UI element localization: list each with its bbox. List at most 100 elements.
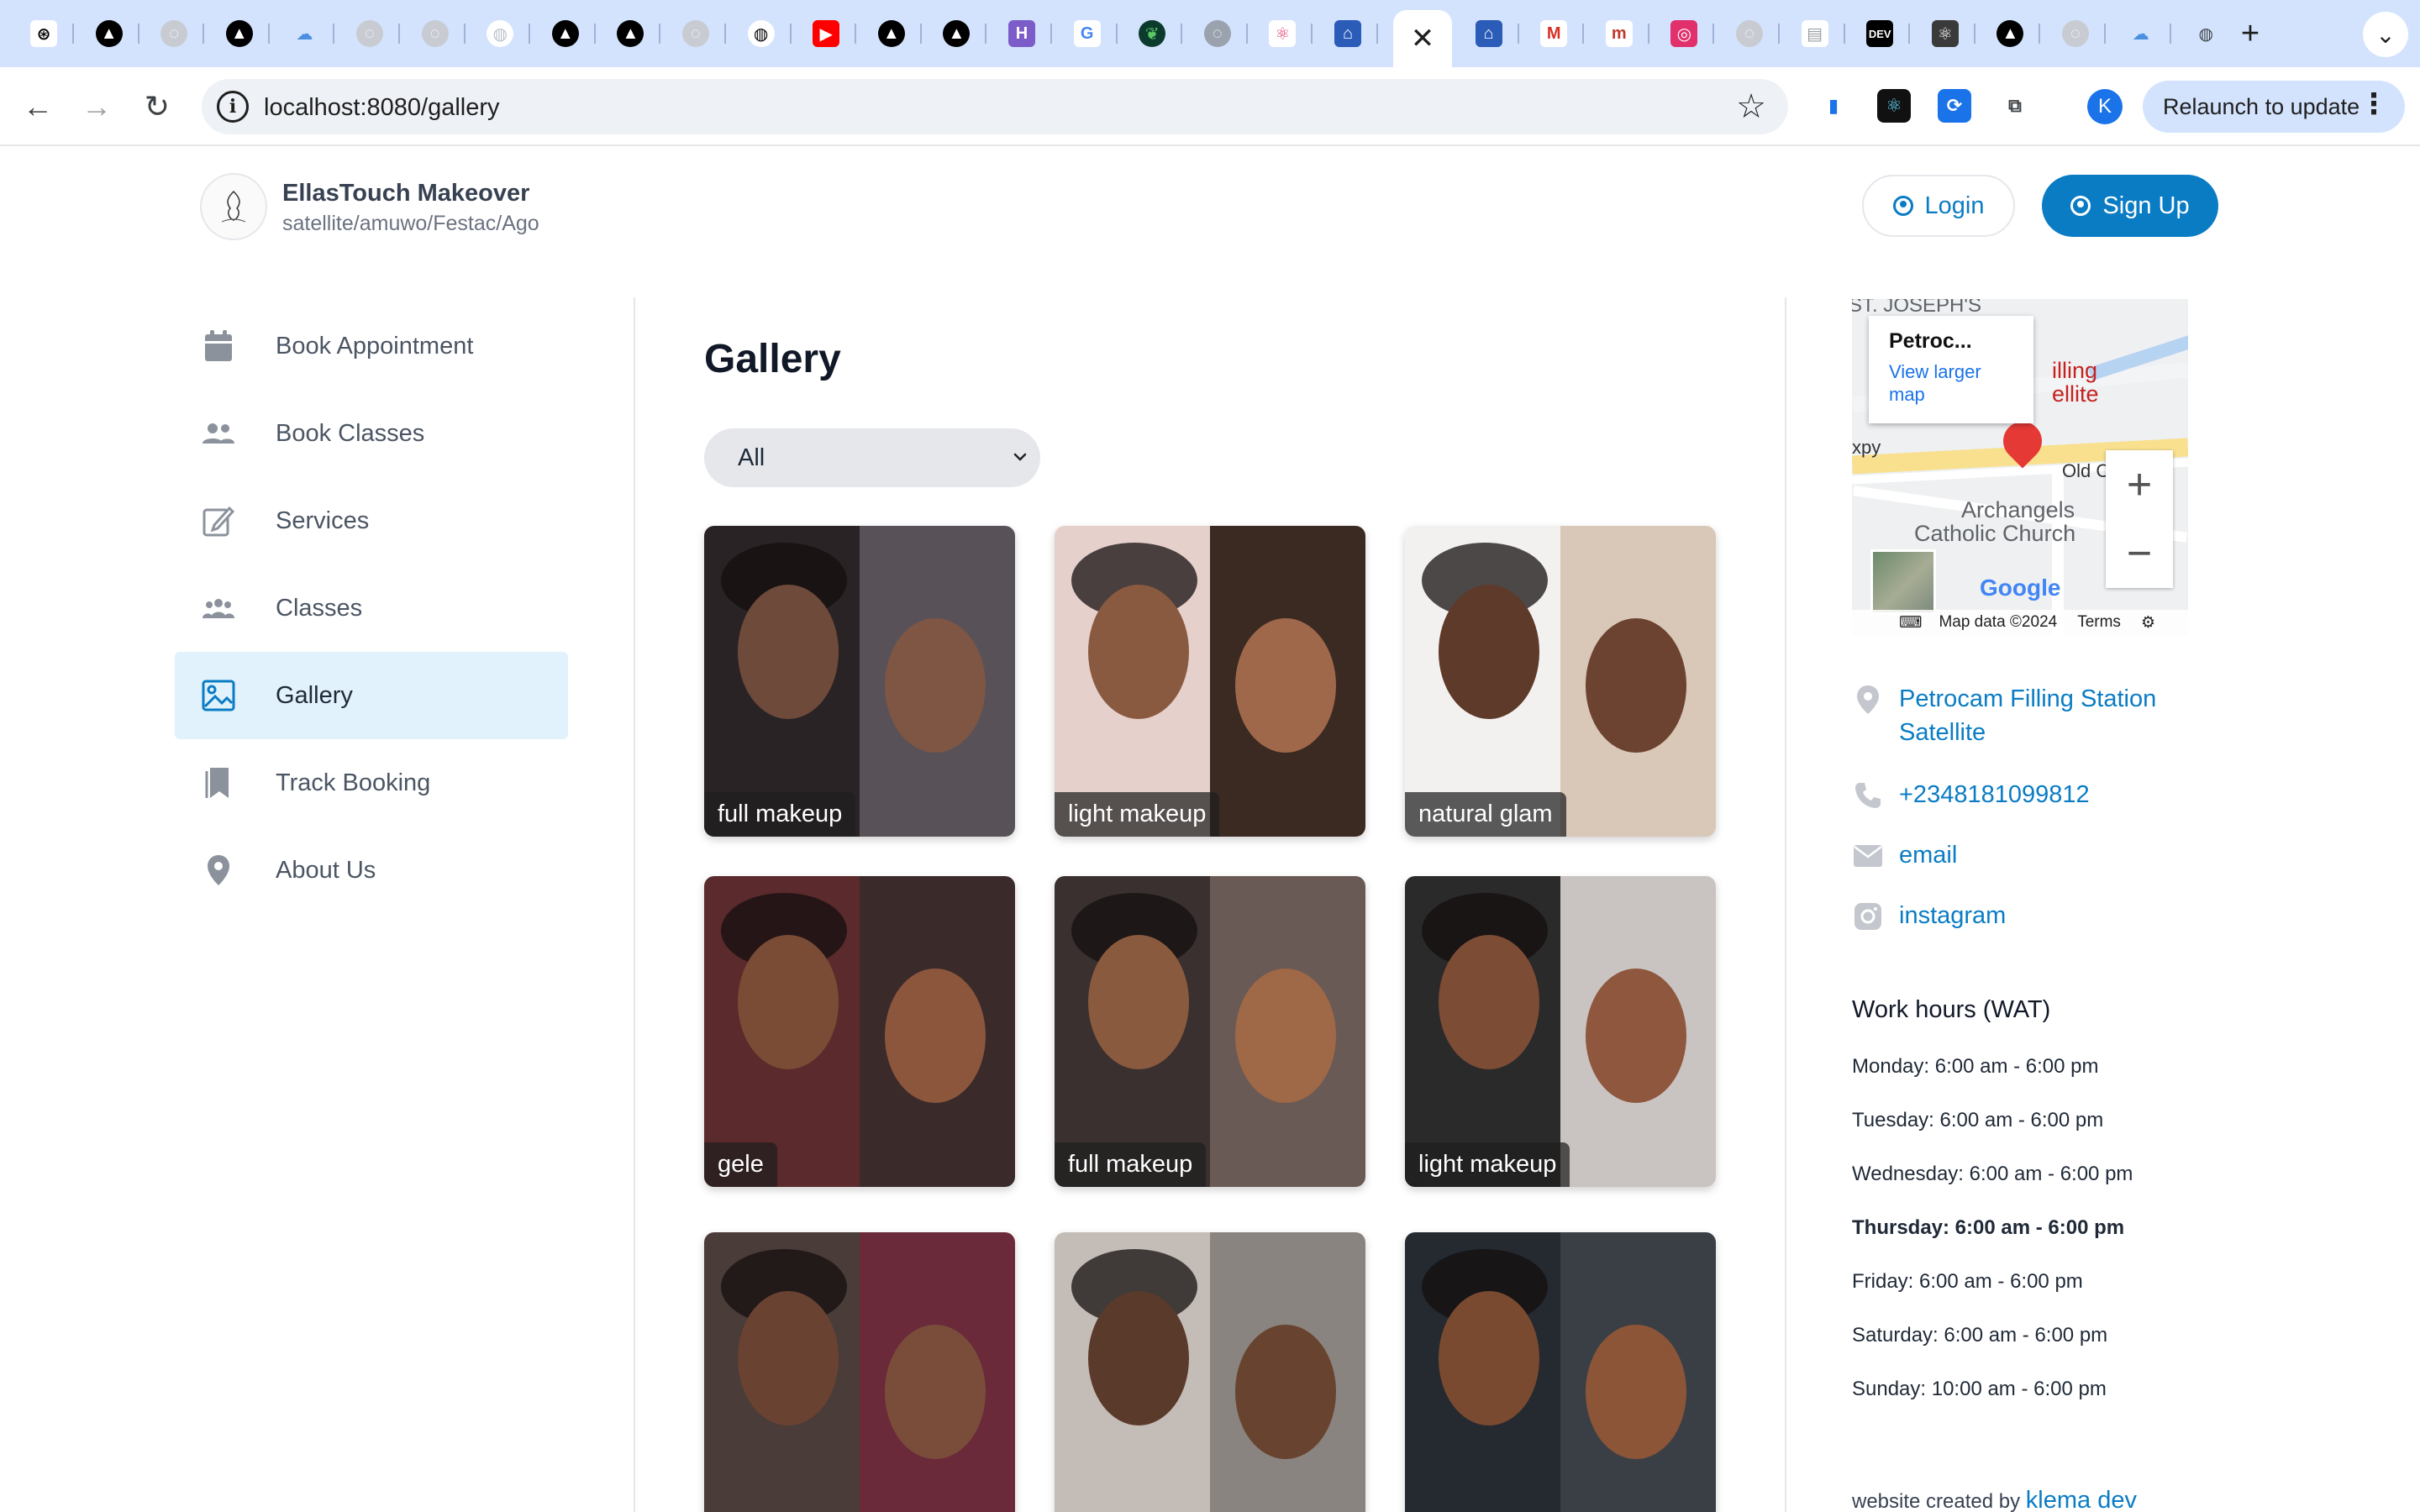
extensions-puzzle-icon[interactable]: ⧉ xyxy=(1998,89,2032,123)
gallery-card[interactable]: full makeup xyxy=(704,526,1015,837)
browser-tab[interactable]: ◌ xyxy=(1733,17,1766,50)
profile-avatar[interactable]: K xyxy=(2087,89,2123,124)
browser-menu-icon[interactable]: ⋮ xyxy=(2360,87,2388,121)
url-text[interactable]: localhost:8080/gallery xyxy=(264,94,500,122)
login-button[interactable]: Login xyxy=(1862,175,2015,237)
sidebar-item-classes[interactable]: Classes xyxy=(175,564,568,652)
browser-tab[interactable]: G xyxy=(1071,17,1104,50)
browser-tab[interactable]: ◍ xyxy=(744,17,778,50)
credit-link[interactable]: klema dev xyxy=(2026,1487,2137,1512)
browser-tab[interactable]: ◍ xyxy=(483,17,517,50)
instagram-link[interactable]: instagram xyxy=(1899,899,2006,932)
browser-tab[interactable]: ▲ xyxy=(875,17,908,50)
browser-tab[interactable]: ◌ xyxy=(2059,17,2092,50)
browser-tab[interactable]: ❦ xyxy=(1135,17,1169,50)
tab-separator xyxy=(463,24,466,44)
keyboard-icon[interactable]: ⌨ xyxy=(1899,613,1922,633)
browser-tab[interactable]: ☁ xyxy=(2124,17,2158,50)
browser-tab[interactable]: m xyxy=(1602,17,1636,50)
forward-button[interactable]: → xyxy=(76,86,118,128)
browser-tab[interactable]: ▲ xyxy=(92,17,126,50)
browser-tab[interactable]: ▲ xyxy=(223,17,256,50)
gallery-card[interactable]: gele xyxy=(704,876,1015,1187)
browser-tab[interactable]: ◌ xyxy=(353,17,387,50)
browser-tab[interactable]: ▲ xyxy=(549,17,582,50)
gallery-card[interactable] xyxy=(1405,1232,1716,1512)
gallery-card[interactable] xyxy=(1055,1232,1365,1512)
map-settings-icon[interactable]: ⚙ xyxy=(2141,613,2155,633)
address-bar[interactable]: i localhost:8080/gallery ☆ xyxy=(202,79,1788,134)
browser-tab[interactable]: ◌ xyxy=(1201,17,1234,50)
gmail-icon: M xyxy=(1540,20,1568,47)
browser-tab[interactable]: ◌ xyxy=(679,17,713,50)
tab-search-button[interactable]: ⌄ xyxy=(2363,12,2408,57)
browser-tab[interactable]: ◌ xyxy=(418,17,452,50)
browser-tab[interactable]: ⊛ xyxy=(27,17,60,50)
email-link[interactable]: email xyxy=(1899,838,1957,872)
browser-tab[interactable]: ⌂ xyxy=(1472,17,1506,50)
browser-tab[interactable]: ▲ xyxy=(613,17,647,50)
brand-logo[interactable] xyxy=(200,173,267,240)
phone-link[interactable]: +2348181099812 xyxy=(1899,778,2090,811)
browser-tab[interactable]: M xyxy=(1537,17,1570,50)
site-info-icon[interactable]: i xyxy=(217,91,249,123)
reload-button[interactable]: ↻ xyxy=(136,86,178,128)
new-tab-button[interactable]: + xyxy=(2232,15,2269,52)
browser-tab[interactable]: ▲ xyxy=(939,17,973,50)
contact-address[interactable]: Petrocam Filling Station Satellite xyxy=(1852,682,2168,749)
zoom-out-button[interactable]: − xyxy=(2106,519,2173,588)
gallery-card[interactable]: natural glam xyxy=(1405,526,1716,837)
gallery-card[interactable]: light makeup xyxy=(1055,526,1365,837)
gallery-card[interactable] xyxy=(704,1232,1015,1512)
extension-doc-icon[interactable]: ▮ xyxy=(1817,89,1850,123)
address-link[interactable]: Petrocam Filling Station Satellite xyxy=(1899,682,2168,749)
sidebar-item-book-appointment[interactable]: Book Appointment xyxy=(175,302,568,390)
category-filter-select[interactable]: All xyxy=(704,428,1040,487)
bookmark-star-icon[interactable]: ☆ xyxy=(1736,87,1766,126)
browser-tab[interactable]: H xyxy=(1005,17,1039,50)
browser-tab[interactable]: ▤ xyxy=(1798,17,1832,50)
back-button[interactable]: ← xyxy=(17,86,59,128)
sidebar-item-book-classes[interactable]: Book Classes xyxy=(175,390,568,477)
browser-tab[interactable]: ▶ xyxy=(809,17,843,50)
browser-tab[interactable]: ⚛ xyxy=(1928,17,1962,50)
satellite-toggle[interactable] xyxy=(1870,549,1936,615)
browser-tab[interactable]: ⚛ xyxy=(1265,17,1299,50)
browser-tab[interactable]: ⌂ xyxy=(1331,17,1365,50)
tab-separator xyxy=(203,24,205,44)
extension-react-icon[interactable]: ⚛ xyxy=(1877,89,1911,123)
gallery-card-label: natural glam xyxy=(1405,792,1566,837)
embedded-map[interactable]: ST. JOSEPH'S illing ellite xpy Old C Arc… xyxy=(1852,299,2188,635)
view-larger-map-link[interactable]: View larger map xyxy=(1889,360,2013,406)
signup-button[interactable]: Sign Up xyxy=(2042,175,2218,237)
relaunch-button[interactable]: Relaunch to update ⋮ xyxy=(2143,81,2405,133)
gallery-card[interactable]: light makeup xyxy=(1405,876,1716,1187)
sidebar-item-gallery[interactable]: Gallery xyxy=(175,652,568,739)
brand-logo-icon xyxy=(221,190,246,223)
contact-phone[interactable]: +2348181099812 xyxy=(1852,778,2090,811)
active-tab[interactable]: ✕ xyxy=(1393,10,1452,67)
tab-separator xyxy=(1311,24,1313,44)
face-shape xyxy=(1439,585,1539,719)
close-tab-icon[interactable]: ✕ xyxy=(1411,22,1435,55)
sidebar-item-track-booking[interactable]: Track Booking xyxy=(175,739,568,827)
tab-separator xyxy=(137,24,139,44)
gallery-card[interactable]: full makeup xyxy=(1055,876,1365,1187)
map-label: Old C xyxy=(2062,460,2110,481)
browser-tab[interactable]: ☁ xyxy=(287,17,321,50)
tab-separator xyxy=(1115,24,1118,44)
sidebar-item-about-us[interactable]: About Us xyxy=(175,827,568,914)
map-terms-link[interactable]: Terms xyxy=(2077,613,2121,632)
contact-email[interactable]: email xyxy=(1852,838,1957,872)
sidebar-item-services[interactable]: Services xyxy=(175,477,568,564)
zoom-in-button[interactable]: + xyxy=(2106,450,2173,519)
contact-instagram[interactable]: instagram xyxy=(1852,899,2006,932)
extension-sync-icon[interactable]: ⟳ xyxy=(1938,89,1971,123)
browser-tab[interactable]: ◍ xyxy=(2189,17,2223,50)
browser-tab[interactable]: ◌ xyxy=(157,17,191,50)
tab-separator xyxy=(72,24,74,44)
brand-name[interactable]: EllasTouch Makeover xyxy=(282,180,529,207)
browser-tab[interactable]: ▲ xyxy=(1993,17,2027,50)
browser-tab[interactable]: ◎ xyxy=(1667,17,1701,50)
browser-tab[interactable]: DEV xyxy=(1863,17,1897,50)
